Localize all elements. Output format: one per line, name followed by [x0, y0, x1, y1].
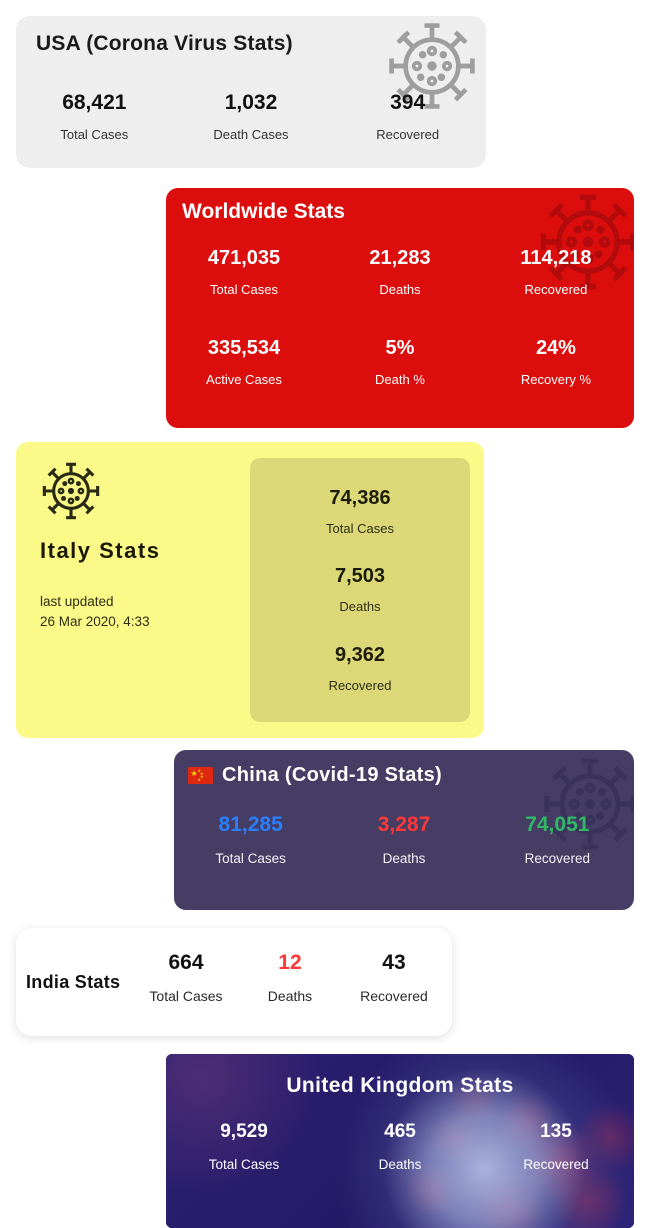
stat-value: 21,283 [369, 247, 431, 269]
stat-label: Active Cases [206, 372, 282, 387]
stat-label: Total Cases [326, 520, 394, 536]
stat-label: Deaths [339, 599, 381, 615]
stat-label: Recovered [524, 851, 590, 867]
worldwide-stats-row-1: 471,035 Total Cases 21,283 Deaths 114,21… [166, 248, 634, 297]
italy-stats-panel: 74,386 Total Cases 7,503 Deaths 9,362 Re… [250, 458, 470, 722]
last-updated-value: 26 Mar 2020, 4:33 [40, 613, 150, 629]
usa-stats-card: USA (Corona Virus Stats) 68,421 Total Ca… [16, 16, 486, 168]
stat-label: Deaths [379, 282, 421, 297]
india-card-title: India Stats [26, 972, 121, 992]
last-updated-label: last updated [40, 594, 114, 609]
stat-value: 1,032 [224, 91, 278, 114]
coronavirus-icon [40, 460, 250, 522]
stat-label: Total Cases [208, 1156, 280, 1172]
stat-cell: 1,032 Death Cases [173, 91, 330, 143]
stat-cell: 24% Recovery % [478, 338, 634, 387]
stat-cell: 9,362 Recovered [328, 643, 392, 693]
stat-label: Recovery % [520, 372, 591, 387]
stat-label: Death % [375, 372, 425, 387]
stat-cell: 394 Recovered [329, 91, 486, 143]
stat-label: Total Cases [215, 851, 286, 867]
usa-card-title: USA (Corona Virus Stats) [36, 32, 293, 55]
italy-card-left: Italy Stats last updated 26 Mar 2020, 4:… [40, 460, 250, 631]
stat-value: 3,287 [377, 813, 431, 836]
stat-cell: 114,218 Recovered [478, 248, 634, 297]
stat-cell: 664 Total Cases [134, 951, 238, 1005]
worldwide-card-title: Worldwide Stats [182, 200, 345, 223]
stat-label: Deaths [378, 1156, 422, 1172]
stat-value: 465 [384, 1121, 416, 1142]
stat-cell: 81,285 Total Cases [174, 813, 327, 867]
stat-label: Deaths [382, 851, 426, 867]
china-card-header: ★ ★ ★ ★ ★ China (Covid-19 Stats) [188, 764, 442, 787]
stat-label: Recovered [524, 282, 588, 297]
stat-value: 394 [390, 91, 426, 114]
stat-cell: 7,503 Deaths [335, 566, 385, 614]
stat-cell: 335,534 Active Cases [166, 338, 322, 387]
stat-value: 9,362 [334, 643, 386, 666]
uk-card-title: United Kingdom Stats [286, 1074, 514, 1097]
usa-stats-row: 68,421 Total Cases 1,032 Death Cases 394… [16, 91, 486, 143]
stat-cell: 5% Death % [322, 338, 478, 387]
china-stats-row: 81,285 Total Cases 3,287 Deaths 74,051 R… [174, 813, 634, 867]
china-stats-card: ★ ★ ★ ★ ★ China (Covid-19 Stats) 81,285 … [174, 750, 634, 910]
stat-cell: 68,421 Total Cases [16, 91, 173, 143]
stat-value: 664 [168, 951, 204, 974]
stat-label: Deaths [267, 988, 313, 1005]
stat-label: Recovered [360, 988, 428, 1005]
stat-cell: 12 Deaths [238, 951, 342, 1005]
stat-label: Recovered [523, 1156, 589, 1172]
stat-cell: 465 Deaths [322, 1122, 478, 1172]
stat-value: 24% [535, 337, 576, 359]
china-card-title: China (Covid-19 Stats) [222, 764, 442, 786]
stat-label: Total Cases [210, 282, 278, 297]
flag-star-small: ★ [197, 776, 202, 782]
uk-stats-card: United Kingdom Stats 9,529 Total Cases 4… [166, 1054, 634, 1228]
stat-cell: 135 Recovered [478, 1122, 634, 1172]
stat-value: 471,035 [207, 247, 281, 269]
stat-value: 12 [278, 951, 302, 974]
last-updated: last updated 26 Mar 2020, 4:33 [40, 592, 250, 631]
italy-card-title: Italy Stats [40, 538, 161, 563]
stat-value: 135 [540, 1121, 572, 1142]
stat-label: Recovered [376, 127, 440, 143]
stat-value: 74,386 [329, 486, 391, 509]
stat-label: Total Cases [60, 127, 129, 143]
stat-cell: 74,051 Recovered [481, 813, 634, 867]
stat-value: 9,529 [220, 1121, 268, 1142]
stat-cell: 3,287 Deaths [327, 813, 480, 867]
stat-cell: 21,283 Deaths [322, 248, 478, 297]
italy-stats-card: Italy Stats last updated 26 Mar 2020, 4:… [16, 442, 484, 738]
stat-value: 81,285 [218, 813, 283, 836]
india-stats-row: 664 Total Cases 12 Deaths 43 Recovered [134, 951, 446, 1005]
china-flag-icon: ★ ★ ★ ★ ★ [188, 767, 213, 784]
stat-value: 43 [382, 951, 406, 974]
stat-cell: 43 Recovered [342, 951, 446, 1005]
stat-cell: 471,035 Total Cases [166, 248, 322, 297]
stat-label: Total Cases [149, 988, 223, 1005]
stat-value: 335,534 [207, 337, 281, 359]
india-stats-card: India Stats 664 Total Cases 12 Deaths 43… [16, 928, 452, 1036]
stat-label: Death Cases [213, 127, 289, 143]
stat-value: 5% [385, 337, 415, 359]
worldwide-stats-card: Worldwide Stats 471,035 Total Cases 21,2… [166, 188, 634, 428]
stat-value: 7,503 [334, 565, 386, 588]
worldwide-stats-row-2: 335,534 Active Cases 5% Death % 24% Reco… [166, 338, 634, 387]
stat-value: 114,218 [520, 247, 592, 269]
stat-cell: 74,386 Total Cases [326, 486, 394, 536]
stat-label: Recovered [328, 677, 392, 693]
stat-cell: 9,529 Total Cases [166, 1122, 322, 1172]
stat-value: 74,051 [525, 813, 590, 836]
uk-stats-row: 9,529 Total Cases 465 Deaths 135 Recover… [166, 1122, 634, 1172]
stat-value: 68,421 [62, 91, 127, 114]
